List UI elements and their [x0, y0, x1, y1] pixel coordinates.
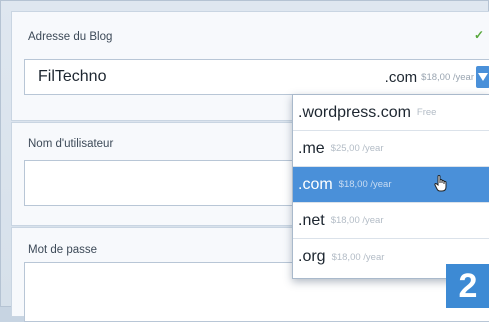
tld-option-label: .org — [298, 248, 326, 265]
selected-price: $18,00 /year — [421, 71, 474, 83]
check-icon: ✓ — [473, 28, 484, 42]
tld-option-price: $25,00 /year — [330, 143, 384, 154]
hand-pointer-icon — [434, 175, 447, 192]
tld-option-price: Free — [416, 107, 437, 118]
tld-option-price: $18,00 /year — [338, 179, 392, 190]
signup-form: Adresse du Blog ✓ FilTechno .com $18,00 … — [0, 0, 489, 322]
selected-tld: .com — [384, 68, 418, 86]
tld-option-net[interactable]: .net $18,00 /year — [293, 203, 489, 239]
tld-option-label: .me — [298, 139, 325, 157]
step-number-badge: 2 — [446, 264, 489, 308]
blog-address-value: FilTechno — [38, 68, 107, 85]
tld-option-price: $18,00 /year — [330, 215, 384, 226]
tld-option-price: $18,00 /year — [331, 251, 385, 263]
password-label: Mot de passe — [28, 244, 98, 256]
domain-select[interactable]: .com $18,00 /year — [340, 60, 489, 94]
chevron-down-icon — [478, 73, 488, 81]
tld-dropdown-menu: .wordpress.com Free .me $25,00 /year .co… — [292, 94, 489, 279]
tld-option-com[interactable]: .com $18,00 /year — [293, 167, 489, 203]
username-label: Nom d'utilisateur — [28, 138, 114, 150]
blog-address-label: Adresse du Blog — [28, 31, 113, 43]
dropdown-toggle-button[interactable] — [476, 66, 489, 88]
tld-option-me[interactable]: .me $25,00 /year — [293, 131, 489, 167]
tld-option-label: .net — [298, 211, 325, 229]
blog-address-input[interactable]: FilTechno .com $18,00 /year — [24, 59, 489, 95]
tld-option-label: .wordpress.com — [298, 103, 411, 121]
tld-option-wordpress[interactable]: .wordpress.com Free — [293, 95, 489, 131]
tld-option-label: .com — [298, 175, 333, 193]
